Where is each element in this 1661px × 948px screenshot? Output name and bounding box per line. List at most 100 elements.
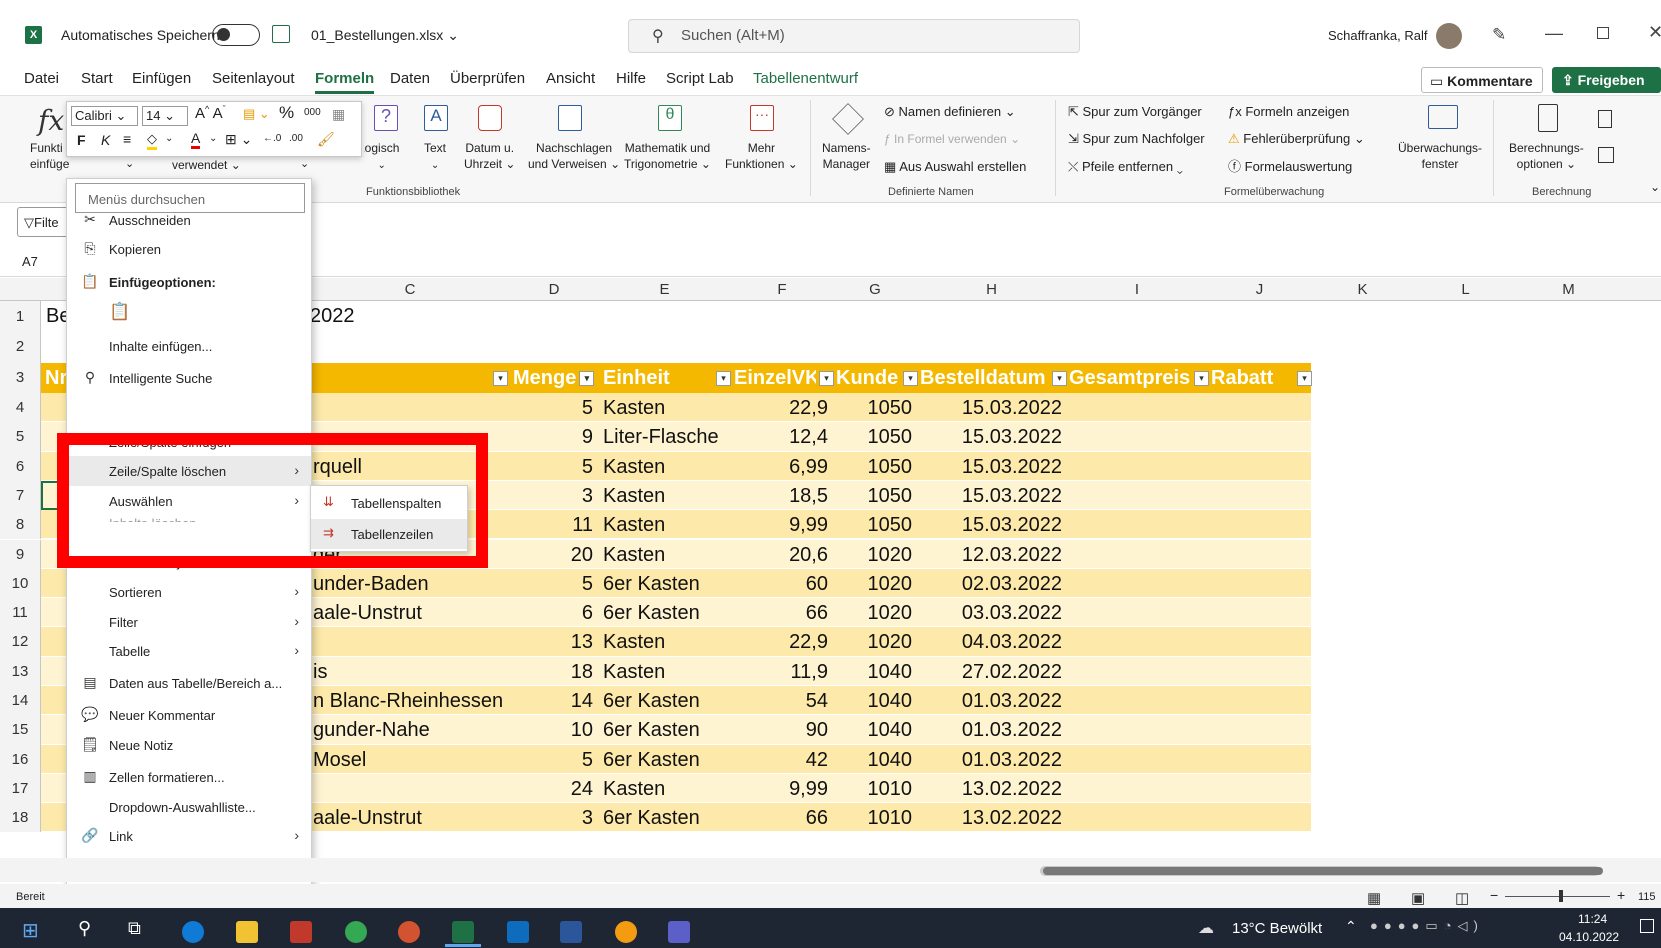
tab-daten[interactable]: Daten	[390, 70, 430, 87]
filter-dropdown-icon[interactable]: ▾	[493, 371, 508, 386]
tab-hilfe[interactable]: Hilfe	[616, 70, 646, 87]
row-header[interactable]: 16	[0, 744, 41, 774]
datetime-label[interactable]: Datum u. Uhrzeit ⌄	[464, 140, 515, 172]
tab-seitenlayout[interactable]: Seitenlayout	[212, 70, 295, 87]
cell-kunde[interactable]: 1050	[833, 452, 913, 482]
row-header[interactable]: 5	[0, 422, 41, 452]
cell-einheit[interactable]: 6er Kasten	[603, 569, 700, 599]
col-header-g[interactable]: G	[833, 278, 917, 301]
tab-tabellenentwurf[interactable]: Tabellenentwurf	[753, 70, 858, 87]
cell-einzelvk[interactable]: 90	[731, 715, 828, 745]
percent-button[interactable]: %	[279, 103, 294, 123]
col-header-e[interactable]: E	[598, 278, 731, 301]
cell-einheit[interactable]: 6er Kasten	[603, 715, 700, 745]
name-box[interactable]: A7	[22, 254, 38, 269]
cell-einzelvk[interactable]: 9,99	[731, 774, 828, 804]
tab-formeln[interactable]: Formeln	[315, 70, 375, 94]
calc-now-icon[interactable]	[1598, 110, 1612, 128]
cell-bestelldatum[interactable]: 27.02.2022	[917, 657, 1062, 687]
font-size-select[interactable]: 14 ⌄	[142, 106, 188, 126]
font-select[interactable]: Calibri ⌄	[71, 106, 138, 126]
menu-item-filter[interactable]: Filter ›	[67, 607, 311, 637]
more-functions-label[interactable]: Mehr Funktionen ⌄	[725, 140, 798, 172]
cell-kunde[interactable]: 1010	[833, 774, 913, 804]
save-icon[interactable]	[272, 25, 290, 43]
cell-product[interactable]: under-Baden	[313, 569, 429, 599]
font-color-icon[interactable]: A	[191, 130, 201, 149]
row-header[interactable]: 4	[0, 393, 41, 423]
cell-bestelldatum[interactable]: 04.03.2022	[917, 627, 1062, 657]
cell-kunde[interactable]: 1010	[833, 803, 913, 833]
text-label[interactable]: Text ⌄	[424, 140, 446, 174]
menu-item-paste-options[interactable]: 📋 Einfügeoptionen:	[67, 267, 311, 297]
row-header[interactable]: 7	[0, 480, 41, 511]
edge-icon[interactable]	[182, 921, 204, 943]
cell-menge[interactable]: 5	[510, 745, 593, 775]
increase-decimal-icon[interactable]: .00	[289, 133, 303, 144]
page-layout-icon[interactable]: ▣	[1411, 889, 1425, 907]
col-header-c[interactable]: C	[310, 278, 510, 301]
cell-bestelldatum[interactable]: 02.03.2022	[917, 569, 1062, 599]
cell-einheit[interactable]: Kasten	[603, 452, 665, 482]
cell-kunde[interactable]: 1050	[833, 393, 913, 423]
cell-menge[interactable]: 9	[510, 422, 593, 452]
cell-menge[interactable]: 3	[510, 803, 593, 833]
word-icon[interactable]	[560, 921, 582, 943]
menu-item-cut[interactable]: ✂ Ausschneiden	[67, 205, 311, 235]
header-rabatt[interactable]: Rabatt	[1211, 363, 1273, 393]
tab-ueberpruefen[interactable]: Überprüfen	[450, 70, 525, 87]
header-gesamtpreis[interactable]: Gesamtpreis	[1069, 363, 1191, 393]
cell-kunde[interactable]: 1040	[833, 686, 913, 716]
calculator-icon[interactable]	[1538, 104, 1558, 132]
define-name-button[interactable]: ⊘ Namen definieren ⌄	[884, 104, 1016, 120]
row-header[interactable]: 10	[0, 568, 41, 599]
row-header[interactable]: 9	[0, 539, 41, 569]
menu-item-smart-lookup[interactable]: ⚲ Intelligente Suche	[67, 363, 311, 393]
logical-label[interactable]: Logisch ⌄	[364, 140, 399, 174]
math-label[interactable]: Mathematik und Trigonometrie ⌄	[624, 140, 711, 172]
clock-date[interactable]: 04.10.2022	[1559, 930, 1619, 944]
tab-ansicht[interactable]: Ansicht	[546, 70, 595, 87]
weather-text[interactable]: 13°C Bewölkt	[1232, 920, 1322, 937]
insert-function-label[interactable]: Funktieinfügen	[30, 140, 70, 172]
tray-icons[interactable]: ●●●●▭◔◁)	[1370, 918, 1484, 934]
row-header[interactable]: 6	[0, 451, 41, 481]
trace-precedents-button[interactable]: ⇱ Spur zum Vorgänger	[1068, 104, 1202, 120]
acrobat-icon[interactable]	[290, 921, 312, 943]
clock-time[interactable]: 11:24	[1578, 912, 1607, 926]
cell-einzelvk[interactable]: 11,9	[731, 657, 828, 687]
zoom-out-icon[interactable]: −	[1490, 887, 1498, 903]
cell-product[interactable]: aale-Unstrut	[313, 803, 422, 833]
teams-icon[interactable]	[668, 921, 690, 943]
cell-menge[interactable]: 6	[510, 598, 593, 628]
app-icon[interactable]	[615, 921, 637, 943]
cell-bestelldatum[interactable]: 13.02.2022	[917, 803, 1062, 833]
col-header-i[interactable]: I	[1066, 278, 1208, 301]
cell-bestelldatum[interactable]: 01.03.2022	[917, 686, 1062, 716]
row-header[interactable]: 17	[0, 773, 41, 804]
cell-kunde[interactable]: 1050	[833, 422, 913, 452]
chrome-icon[interactable]	[345, 921, 367, 943]
row-header[interactable]: 18	[0, 803, 41, 833]
chevron-down-icon[interactable]: ⌄	[1650, 180, 1660, 194]
watch-window-icon[interactable]	[1428, 105, 1458, 129]
cell-kunde[interactable]: 1040	[833, 715, 913, 745]
show-formulas-button[interactable]: ƒx Formeln anzeigen	[1228, 104, 1349, 120]
cell-kunde[interactable]: 1020	[833, 569, 913, 599]
thousands-button[interactable]: 000	[304, 107, 321, 118]
pen-icon[interactable]: ✎	[1492, 25, 1506, 45]
col-header-f[interactable]: F	[731, 278, 833, 301]
cell-einzelvk[interactable]: 66	[731, 598, 828, 628]
menu-item-format-cells[interactable]: ▥ Zellen formatieren...	[67, 762, 311, 792]
cell-einheit[interactable]: Kasten	[603, 774, 665, 804]
tray-chevron-up-icon[interactable]: ⌃	[1345, 918, 1357, 935]
cell-bestelldatum[interactable]: 15.03.2022	[917, 481, 1062, 511]
cell-einheit[interactable]: Kasten	[603, 657, 665, 687]
filter-dropdown-icon[interactable]: ▾	[716, 371, 731, 386]
cell-kunde[interactable]: 1020	[833, 540, 913, 570]
grow-font-icon[interactable]: A^ Aˇ	[195, 104, 226, 122]
task-view-icon[interactable]: ⧉	[128, 918, 141, 939]
filter-dropdown-icon[interactable]: ▾	[1052, 371, 1067, 386]
cell-einheit[interactable]: Kasten	[603, 481, 665, 511]
col-header-h[interactable]: H	[917, 278, 1066, 301]
